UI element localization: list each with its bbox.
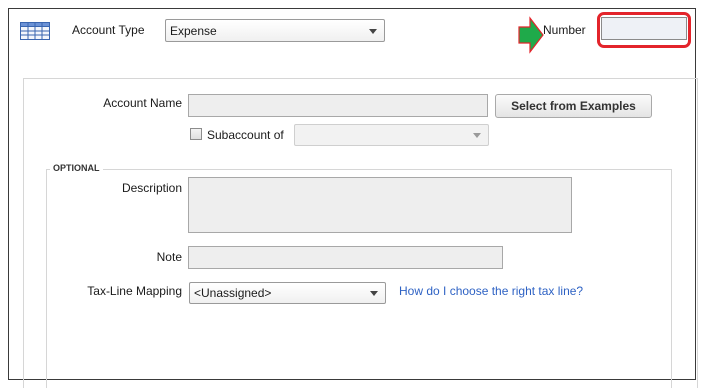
subaccount-checkbox[interactable] <box>190 128 202 140</box>
description-textarea[interactable] <box>188 177 572 233</box>
red-highlight-ring <box>597 12 691 48</box>
chevron-down-icon <box>370 291 378 296</box>
subaccount-label: Subaccount of <box>207 128 284 142</box>
account-name-input[interactable] <box>188 94 488 117</box>
note-label: Note <box>156 250 182 264</box>
green-arrow-icon <box>518 16 544 54</box>
tax-line-mapping-dropdown[interactable]: <Unassigned> <box>189 282 386 304</box>
number-label: Number <box>543 23 586 37</box>
optional-section-label: OPTIONAL <box>50 161 103 175</box>
chevron-down-icon <box>473 133 481 138</box>
account-type-label: Account Type <box>72 23 145 37</box>
select-from-examples-button[interactable]: Select from Examples <box>495 94 652 118</box>
table-grid-icon <box>20 22 50 40</box>
subaccount-dropdown[interactable] <box>294 124 489 146</box>
tax-line-mapping-label: Tax-Line Mapping <box>87 284 182 298</box>
tax-line-help-link[interactable]: How do I choose the right tax line? <box>399 284 583 298</box>
account-name-label: Account Name <box>103 96 182 110</box>
chevron-down-icon <box>369 28 377 34</box>
account-type-value: Expense <box>170 23 217 38</box>
note-input[interactable] <box>188 246 503 269</box>
tax-line-mapping-value: <Unassigned> <box>194 286 272 300</box>
description-label: Description <box>121 181 182 195</box>
account-type-dropdown[interactable]: Expense <box>165 19 385 42</box>
